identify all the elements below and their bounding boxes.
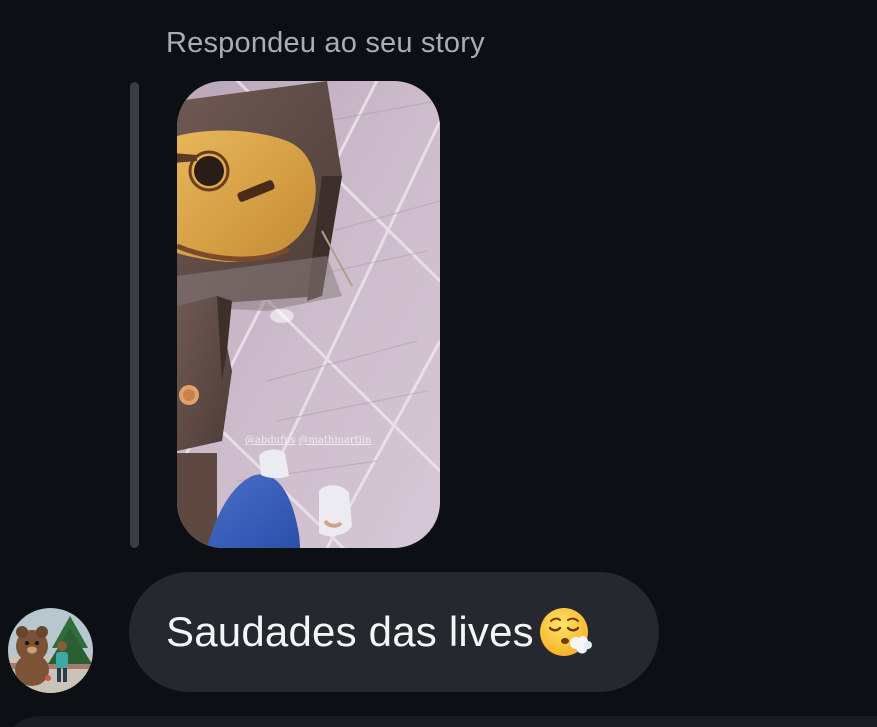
story-mentions: @abdufps @mathmartiin bbox=[245, 435, 374, 446]
message-bubble[interactable]: Saudades das lives bbox=[129, 572, 659, 692]
dm-conversation: Respondeu ao seu story @abdufps @mathmar… bbox=[0, 0, 877, 727]
story-reply-label: Respondeu ao seu story bbox=[166, 27, 485, 59]
face-exhaling-emoji-icon bbox=[538, 605, 592, 659]
avatar-photo bbox=[8, 608, 93, 693]
sender-avatar[interactable] bbox=[8, 608, 93, 693]
message-composer[interactable] bbox=[0, 716, 877, 727]
story-mention: @abdufps bbox=[245, 435, 296, 446]
story-photo bbox=[177, 81, 440, 548]
story-preview[interactable]: @abdufps @mathmartiin bbox=[177, 81, 440, 548]
story-mention: @mathmartiin bbox=[298, 435, 372, 446]
reply-quote-bar bbox=[130, 82, 139, 548]
message-text: Saudades das lives bbox=[166, 608, 534, 655]
